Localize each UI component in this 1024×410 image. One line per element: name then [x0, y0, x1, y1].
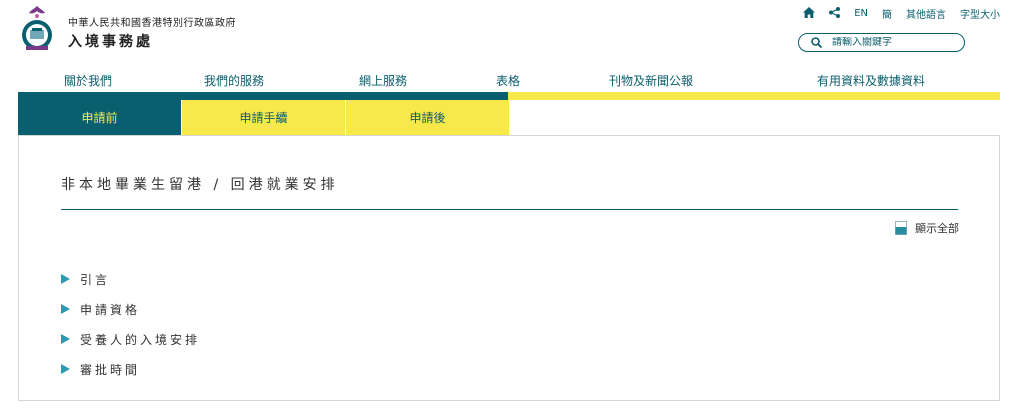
section-label: 引言 [80, 272, 111, 287]
nav-publications-press[interactable]: 刊物及新聞公報 [609, 72, 693, 89]
share-icon[interactable] [829, 6, 841, 21]
search-input[interactable] [832, 37, 952, 48]
section-eligibility[interactable]: 申請資格 [61, 294, 200, 324]
nav-indicator-strip [18, 92, 1000, 100]
section-label: 申請資格 [80, 302, 141, 317]
nav-indicator-active [18, 92, 508, 100]
section-label: 審批時間 [80, 362, 141, 377]
expand-all-icon [895, 221, 907, 235]
government-name: 中華人民共和國香港特別行政區政府 [68, 18, 236, 29]
nav-forms[interactable]: 表格 [496, 72, 520, 89]
page-title: 非本地畢業生留港 / 回港就業安排 [61, 177, 339, 193]
other-languages-link[interactable]: 其他語言 [906, 6, 946, 21]
section-introduction[interactable]: 引言 [61, 264, 200, 294]
lang-sc-link[interactable]: 簡 [882, 6, 892, 21]
lang-en-link[interactable]: EN [854, 8, 868, 19]
triangle-right-icon [61, 274, 70, 284]
triangle-right-icon [61, 304, 70, 314]
section-processing-time[interactable]: 審批時間 [61, 354, 200, 384]
main-navigation: 關於我們 我們的服務 網上服務 表格 刊物及新聞公報 有用資料及數據資料 [0, 72, 1024, 88]
triangle-right-icon [61, 334, 70, 344]
show-all-button[interactable]: 顯示全部 [895, 220, 959, 236]
search-box[interactable] [798, 33, 965, 52]
utility-bar: EN 簡 其他語言 字型大小 [789, 6, 1000, 21]
nav-online-services[interactable]: 網上服務 [359, 72, 407, 89]
section-label: 受養人的入境安排 [80, 332, 201, 347]
search-icon[interactable] [811, 37, 822, 48]
nav-our-services[interactable]: 我們的服務 [204, 72, 264, 89]
sub-tabs: 申請前 申請手續 申請後 [18, 100, 510, 135]
department-name[interactable]: 入境事務處 [68, 31, 153, 51]
tab-before-application[interactable]: 申請前 [18, 100, 182, 135]
section-list: 引言 申請資格 受養人的入境安排 審批時間 [61, 264, 200, 384]
home-icon[interactable] [803, 6, 816, 21]
triangle-right-icon [61, 364, 70, 374]
tab-after-application[interactable]: 申請後 [346, 100, 510, 135]
immd-logo[interactable] [18, 4, 56, 54]
tab-application-procedure[interactable]: 申請手續 [182, 100, 346, 135]
section-dependants[interactable]: 受養人的入境安排 [61, 324, 200, 354]
nav-useful-info-statistics[interactable]: 有用資料及數據資料 [817, 72, 925, 89]
nav-about-us[interactable]: 關於我們 [64, 72, 112, 89]
title-divider [61, 209, 958, 210]
show-all-label: 顯示全部 [915, 222, 959, 235]
content-panel: 非本地畢業生留港 / 回港就業安排 顯示全部 引言 申請資格 受養人的入境安排 … [18, 135, 1000, 401]
font-size-link[interactable]: 字型大小 [960, 6, 1000, 21]
